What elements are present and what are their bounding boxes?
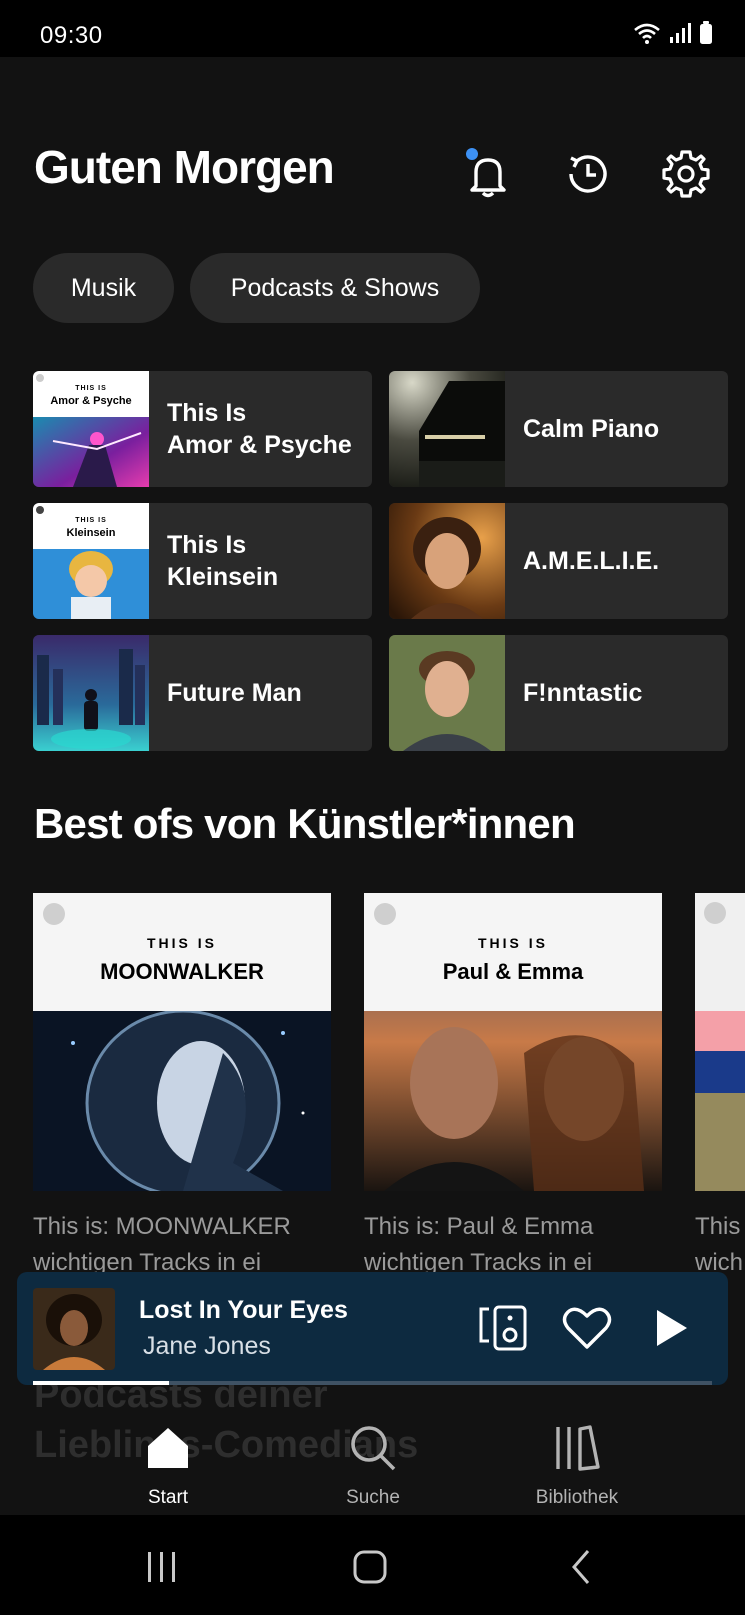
card-description-line: This is: MOONWALKER bbox=[33, 1213, 291, 1240]
nav-item-suche[interactable]: Suche bbox=[298, 1423, 448, 1509]
shortcut-label: A.M.E.L.I.E. bbox=[523, 547, 660, 575]
now-playing-title: Lost In Your Eyes bbox=[139, 1296, 348, 1324]
gear-icon[interactable] bbox=[658, 146, 714, 202]
search-icon bbox=[298, 1423, 448, 1473]
section-title: Best ofs von Künstler*innen bbox=[34, 800, 576, 847]
bottom-navigation: Start Suche Bibliothek bbox=[0, 1395, 745, 1515]
cover-art bbox=[389, 371, 505, 487]
home-button-icon[interactable] bbox=[345, 1547, 395, 1587]
status-bar: 09:30 bbox=[0, 0, 745, 57]
playlist-card-partial[interactable]: This wich bbox=[695, 893, 745, 1281]
system-navigation-bar bbox=[0, 1515, 745, 1615]
nav-label: Suche bbox=[346, 1487, 400, 1508]
cover-kicker: THIS IS bbox=[75, 385, 107, 392]
home-icon bbox=[93, 1423, 243, 1473]
cover-header: THIS IS MOONWALKER bbox=[33, 893, 331, 1011]
nav-label: Start bbox=[147, 1487, 189, 1508]
spotify-logo-icon bbox=[43, 903, 65, 925]
card-description: This wich bbox=[695, 1209, 745, 1281]
library-icon bbox=[502, 1423, 652, 1473]
cover-name: Paul & Emma bbox=[442, 959, 584, 984]
now-playing-bar[interactable]: Lost In Your Eyes Jane Jones bbox=[17, 1272, 728, 1385]
nav-item-start[interactable]: Start bbox=[93, 1423, 243, 1509]
status-icons bbox=[633, 20, 713, 50]
cover-art bbox=[389, 635, 505, 751]
cover-kicker: THIS IS bbox=[146, 935, 217, 951]
wifi-icon bbox=[633, 22, 661, 49]
playlist-card-moonwalker[interactable]: THIS IS MOONWALKER This is: MOONWALKER w… bbox=[33, 893, 331, 1281]
card-description: This is: Paul & Emma wichtigen Tracks in… bbox=[364, 1209, 662, 1281]
filter-chip-musik[interactable]: Musik bbox=[33, 253, 174, 323]
cover-name: MOONWALKER bbox=[100, 959, 264, 984]
shortcut-label: F!nntastic bbox=[523, 679, 643, 707]
cover-header: THIS IS Paul & Emma bbox=[364, 893, 662, 1011]
back-icon[interactable] bbox=[556, 1547, 606, 1587]
notification-dot bbox=[466, 148, 478, 160]
cover-art bbox=[389, 503, 505, 619]
now-playing-artist: Jane Jones bbox=[143, 1332, 271, 1360]
signal-icon bbox=[669, 22, 691, 49]
playback-progress bbox=[33, 1381, 712, 1385]
device-speaker-icon[interactable] bbox=[475, 1300, 531, 1356]
shortcut-tile-amelie[interactable]: A.M.E.L.I.E. bbox=[389, 503, 728, 619]
nav-item-bibliothek[interactable]: Bibliothek bbox=[502, 1423, 652, 1509]
cover-name: Kleinsein bbox=[66, 527, 116, 539]
shortcut-label: Future Man bbox=[167, 679, 302, 707]
shortcut-tile-amor-psyche[interactable]: THIS IS Amor & Psyche This Is Amor & Psy… bbox=[33, 371, 372, 487]
shortcut-label: Calm Piano bbox=[523, 415, 660, 443]
shortcut-tile-calm-piano[interactable]: Calm Piano bbox=[389, 371, 728, 487]
cover-art: THIS IS Amor & Psyche bbox=[33, 371, 149, 487]
cover-art: THIS IS MOONWALKER bbox=[33, 893, 331, 1191]
history-icon[interactable] bbox=[560, 146, 616, 202]
cover-art bbox=[33, 635, 149, 751]
cover-name: Amor & Psyche bbox=[50, 395, 132, 407]
card-description-line: This is: Paul & Emma bbox=[364, 1213, 594, 1240]
play-icon[interactable] bbox=[643, 1300, 699, 1356]
recent-apps-icon[interactable] bbox=[137, 1547, 187, 1587]
heart-icon[interactable] bbox=[559, 1300, 615, 1356]
bell-icon[interactable] bbox=[460, 146, 516, 202]
card-description-line: This bbox=[695, 1213, 741, 1240]
cover-kicker: THIS IS bbox=[75, 517, 107, 524]
cover-art: THIS IS Kleinsein bbox=[33, 503, 149, 619]
cover-art bbox=[695, 893, 745, 1191]
spotify-logo-icon bbox=[374, 903, 396, 925]
filter-chip-podcasts[interactable]: Podcasts & Shows bbox=[190, 253, 480, 323]
shortcut-tile-finntastic[interactable]: F!nntastic bbox=[389, 635, 728, 751]
nav-label: Bibliothek bbox=[535, 1487, 619, 1508]
page-title: Guten Morgen bbox=[34, 141, 335, 193]
shortcut-label: This Is Kleinsein bbox=[167, 531, 279, 591]
battery-icon bbox=[699, 20, 713, 50]
cover-kicker: THIS IS bbox=[477, 935, 548, 951]
shortcut-tile-kleinsein[interactable]: THIS IS Kleinsein This Is Kleinsein bbox=[33, 503, 372, 619]
now-playing-cover bbox=[33, 1288, 115, 1370]
shortcut-label: This Is Amor & Psyche bbox=[167, 399, 352, 459]
shortcut-tile-future-man[interactable]: Future Man bbox=[33, 635, 372, 751]
playlist-card-paul-emma[interactable]: THIS IS Paul & Emma This is: Paul & Emma… bbox=[364, 893, 662, 1281]
status-time: 09:30 bbox=[40, 22, 103, 49]
card-description: This is: MOONWALKER wichtigen Tracks in … bbox=[33, 1209, 331, 1281]
cover-art: THIS IS Paul & Emma bbox=[364, 893, 662, 1191]
playback-progress-fill bbox=[33, 1381, 169, 1385]
